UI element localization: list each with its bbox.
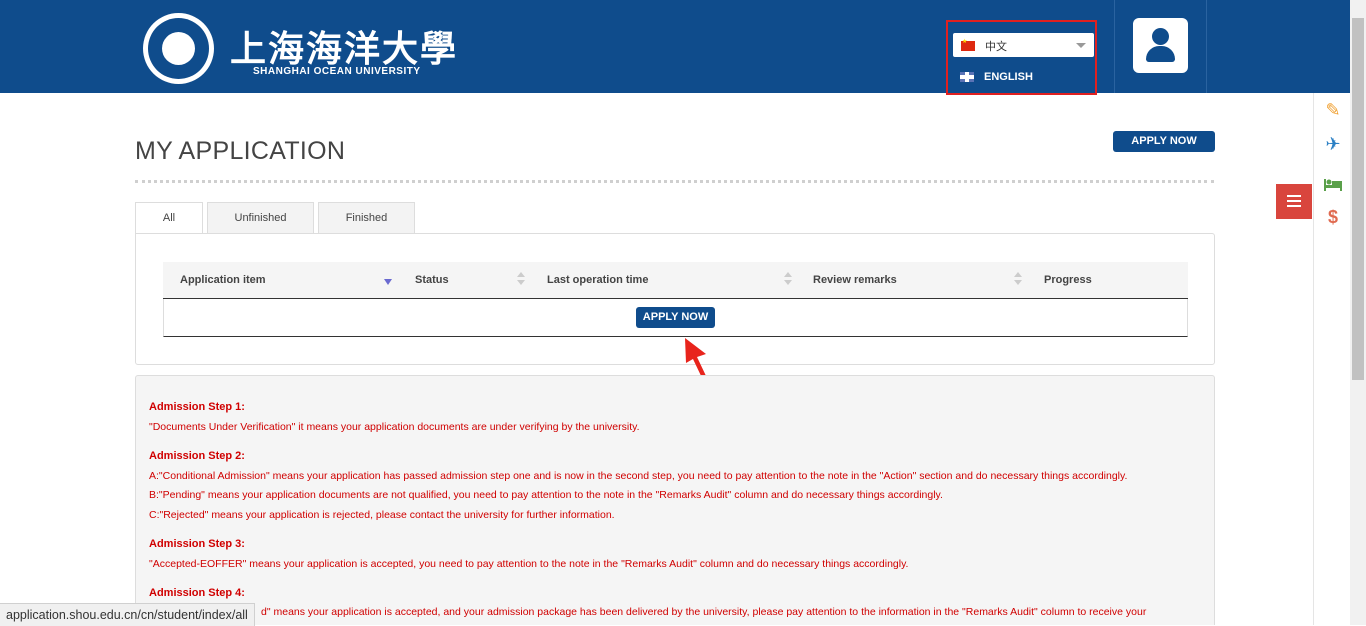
bed-icon[interactable] <box>1322 173 1344 195</box>
step-2-line-a: A:"Conditional Admission" means your app… <box>149 470 1128 482</box>
table-header: Application item Status Last operation t… <box>163 262 1188 299</box>
step-3-title: Admission Step 3: <box>149 538 245 550</box>
user-profile-button[interactable] <box>1133 18 1188 73</box>
airplane-icon[interactable]: ✈ <box>1322 133 1344 155</box>
column-status[interactable]: Status <box>415 274 449 286</box>
apply-now-button[interactable]: APPLY NOW <box>1113 131 1215 152</box>
side-toolbar: ✎ ✈ $ <box>1313 93 1351 625</box>
apply-now-table-button[interactable]: APPLY NOW <box>636 307 715 328</box>
sort-icon[interactable] <box>1014 272 1022 286</box>
sort-desc-icon[interactable] <box>384 279 392 285</box>
edit-icon[interactable]: ✎ <box>1322 99 1344 121</box>
language-switcher-highlight <box>946 20 1097 95</box>
browser-status-url: application.shou.edu.cn/cn/student/index… <box>0 603 255 626</box>
tab-unfinished[interactable]: Unfinished <box>207 202 314 234</box>
step-1-line: "Documents Under Verification" it means … <box>149 421 640 433</box>
column-review-remarks[interactable]: Review remarks <box>813 274 897 286</box>
title-divider <box>135 180 1214 183</box>
column-last-operation-time[interactable]: Last operation time <box>547 274 648 286</box>
menu-toggle-button[interactable] <box>1276 184 1312 219</box>
language-select[interactable]: 中文 <box>953 33 1094 57</box>
tab-finished[interactable]: Finished <box>318 202 415 234</box>
column-application-item[interactable]: Application item <box>180 274 266 286</box>
header-divider <box>1206 0 1207 93</box>
university-emblem-icon[interactable] <box>143 13 214 84</box>
sort-icon[interactable] <box>517 272 525 286</box>
dollar-icon[interactable]: $ <box>1322 206 1344 228</box>
step-4-line: d" means your application is accepted, a… <box>261 606 1147 618</box>
logo-chinese-name[interactable]: 上海海洋大學 <box>230 20 458 72</box>
china-flag-icon <box>961 38 975 51</box>
user-icon <box>1152 28 1169 45</box>
chevron-down-icon <box>1076 43 1086 48</box>
column-progress[interactable]: Progress <box>1044 274 1092 286</box>
logo-english-name[interactable]: SHANGHAI OCEAN UNIVERSITY <box>253 66 421 77</box>
step-2-line-c: C:"Rejected" means your application is r… <box>149 509 615 521</box>
uk-flag-icon <box>960 72 974 82</box>
step-2-line-b: B:"Pending" means your application docum… <box>149 489 943 501</box>
language-option-label: ENGLISH <box>984 71 1033 83</box>
step-2-title: Admission Step 2: <box>149 450 245 462</box>
page-title: MY APPLICATION <box>135 137 346 165</box>
header-divider <box>1114 0 1115 93</box>
tab-all[interactable]: All <box>135 202 203 235</box>
step-3-line: "Accepted-EOFFER" means your application… <box>149 558 909 570</box>
hamburger-icon <box>1287 195 1301 197</box>
page-scrollbar[interactable] <box>1350 0 1366 625</box>
sort-icon[interactable] <box>784 272 792 286</box>
step-4-title: Admission Step 4: <box>149 587 245 599</box>
language-selected: 中文 <box>985 41 1007 53</box>
scrollbar-thumb[interactable] <box>1352 18 1364 380</box>
step-1-title: Admission Step 1: <box>149 401 245 413</box>
